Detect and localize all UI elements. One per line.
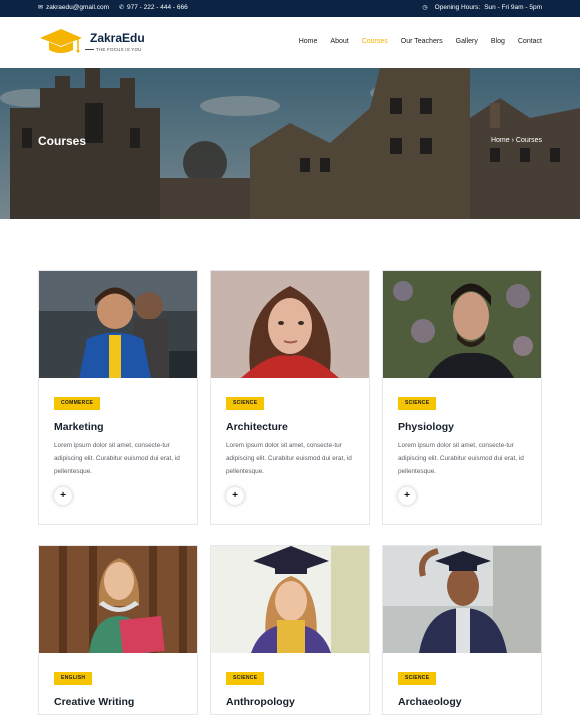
- page-title: Courses: [38, 134, 87, 148]
- course-photo-architecture: [211, 271, 369, 378]
- hours-label: Opening Hours:: [434, 4, 481, 11]
- breadcrumb-separator: ›: [511, 137, 514, 144]
- nav-blog[interactable]: Blog: [491, 38, 505, 45]
- nav-contact[interactable]: Contact: [518, 38, 542, 45]
- course-description: Lorem ipsum dolor sit amet, consecte-tur…: [54, 442, 180, 475]
- course-card-creative-writing[interactable]: ENGLISH Creative Writing: [38, 545, 198, 715]
- category-badge[interactable]: SCIENCE: [226, 672, 265, 685]
- course-photo-anthropology: [211, 546, 369, 653]
- course-description: Lorem ipsum dolor sit amet, consecte-tur…: [226, 442, 352, 475]
- plus-icon[interactable]: +: [398, 487, 416, 505]
- nav-courses[interactable]: Courses: [362, 38, 388, 45]
- tagline-divider: [85, 49, 94, 50]
- nav-home[interactable]: Home: [299, 38, 318, 45]
- course-photo-archaeology: [383, 546, 541, 653]
- course-photo-marketing: [39, 271, 197, 378]
- site-logo[interactable]: ZakraEdu THE FOCUS IS YOU: [38, 26, 168, 58]
- brand-tagline: THE FOCUS IS YOU: [96, 47, 142, 52]
- email-text[interactable]: zakraedu@gmail.com: [46, 4, 109, 11]
- course-card-anthropology[interactable]: SCIENCE Anthropology: [210, 545, 370, 715]
- course-title[interactable]: Creative Writing: [54, 696, 134, 708]
- breadcrumb-home[interactable]: Home: [491, 137, 510, 144]
- brand-name: ZakraEdu: [90, 31, 145, 45]
- course-photo-creative-writing: [39, 546, 197, 653]
- course-title[interactable]: Physiology: [398, 421, 454, 433]
- phone-text[interactable]: 977 - 222 - 444 - 666: [127, 4, 188, 11]
- page-hero: Courses Home › Courses: [0, 68, 580, 219]
- breadcrumb: Home › Courses: [491, 137, 542, 144]
- email-contact[interactable]: ✉ zakraedu@gmail.com: [38, 4, 109, 11]
- envelope-icon: ✉: [38, 5, 44, 11]
- site-header: ZakraEdu THE FOCUS IS YOU Home About Cou…: [0, 17, 580, 68]
- category-badge[interactable]: ENGLISH: [54, 672, 93, 685]
- course-card-architecture[interactable]: SCIENCE Architecture Lorem ipsum dolor s…: [210, 270, 370, 525]
- course-title[interactable]: Architecture: [226, 421, 288, 433]
- course-description: Lorem ipsum dolor sit amet, consecte-tur…: [398, 442, 524, 475]
- phone-contact[interactable]: ✆ 977 - 222 - 444 - 666: [119, 4, 188, 11]
- plus-icon[interactable]: +: [54, 487, 72, 505]
- nav-gallery[interactable]: Gallery: [456, 38, 478, 45]
- phone-icon: ✆: [119, 5, 125, 11]
- main-nav: Home About Courses Our Teachers Gallery …: [299, 38, 542, 45]
- category-badge[interactable]: SCIENCE: [398, 397, 437, 410]
- nav-our-teachers[interactable]: Our Teachers: [401, 38, 443, 45]
- nav-about[interactable]: About: [330, 38, 348, 45]
- category-badge[interactable]: SCIENCE: [398, 672, 437, 685]
- course-title[interactable]: Anthropology: [226, 696, 295, 708]
- clock-icon: ◷: [422, 5, 428, 11]
- course-card-physiology[interactable]: SCIENCE Physiology Lorem ipsum dolor sit…: [382, 270, 542, 525]
- category-badge[interactable]: COMMERCE: [54, 397, 101, 410]
- plus-icon[interactable]: +: [226, 487, 244, 505]
- hours-value: Sun - Fri 9am - 5pm: [484, 4, 542, 11]
- course-photo-physiology: [383, 271, 541, 378]
- top-bar: ✉ zakraedu@gmail.com ✆ 977 - 222 - 444 - 6…: [0, 0, 580, 17]
- category-badge[interactable]: SCIENCE: [226, 397, 265, 410]
- course-card-archaeology[interactable]: SCIENCE Archaeology: [382, 545, 542, 715]
- graduation-cap-icon: [40, 29, 82, 53]
- course-title[interactable]: Marketing: [54, 421, 104, 433]
- course-title[interactable]: Archaeology: [398, 696, 462, 708]
- course-card-marketing[interactable]: COMMERCE Marketing Lorem ipsum dolor sit…: [38, 270, 198, 525]
- breadcrumb-current: Courses: [515, 137, 542, 144]
